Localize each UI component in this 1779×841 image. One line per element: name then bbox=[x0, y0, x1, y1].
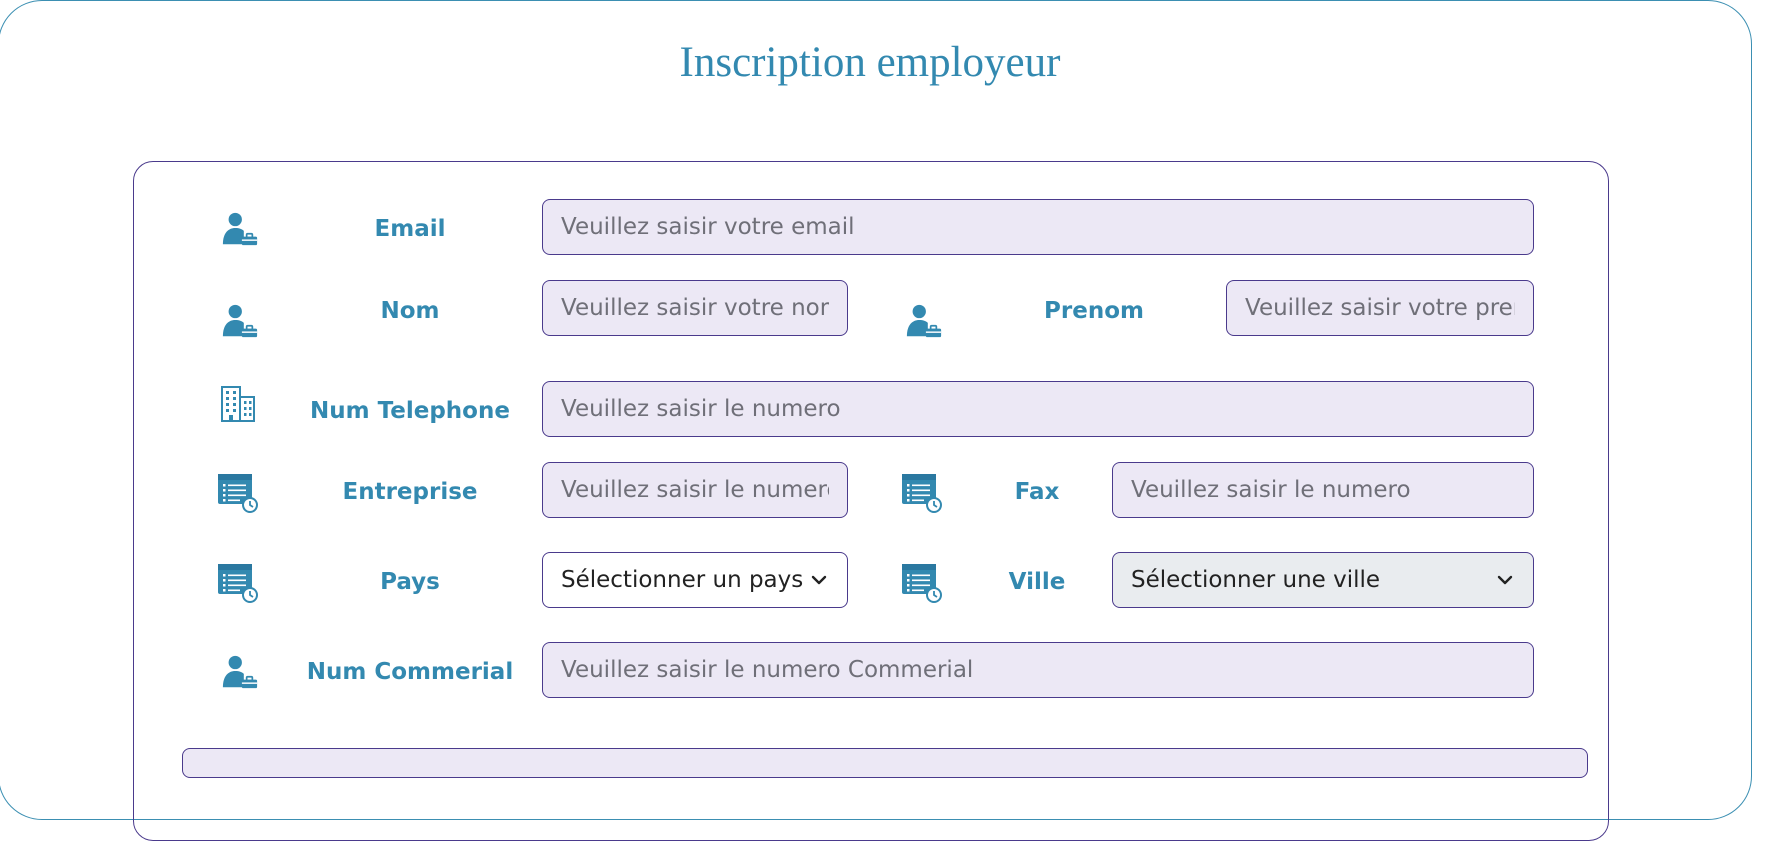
fax-input[interactable] bbox=[1112, 462, 1534, 518]
next-field-partial[interactable] bbox=[182, 748, 1588, 778]
email-label: Email bbox=[374, 216, 446, 242]
telephone-input[interactable] bbox=[542, 381, 1534, 437]
commercial-input[interactable] bbox=[542, 642, 1534, 698]
nom-input[interactable] bbox=[542, 280, 848, 336]
user-badge-icon bbox=[902, 299, 946, 343]
nom-label: Nom bbox=[380, 298, 440, 324]
ville-label: Ville bbox=[1008, 569, 1066, 595]
chevron-down-icon bbox=[809, 570, 829, 590]
building-icon bbox=[216, 382, 260, 426]
email-input[interactable] bbox=[542, 199, 1534, 255]
user-badge-icon bbox=[218, 207, 262, 251]
fax-label: Fax bbox=[1014, 479, 1060, 505]
pays-select[interactable]: Sélectionner un pays bbox=[542, 552, 848, 608]
schedule-list-icon bbox=[900, 560, 944, 604]
schedule-list-icon bbox=[900, 470, 944, 514]
schedule-list-icon bbox=[216, 560, 260, 604]
ville-select-value: Sélectionner une ville bbox=[1131, 567, 1381, 593]
telephone-label: Num Telephone bbox=[310, 398, 510, 424]
entreprise-input[interactable] bbox=[542, 462, 848, 518]
entreprise-label: Entreprise bbox=[342, 479, 478, 505]
prenom-input[interactable] bbox=[1226, 280, 1534, 336]
schedule-list-icon bbox=[216, 470, 260, 514]
ville-select[interactable]: Sélectionner une ville bbox=[1112, 552, 1534, 608]
user-badge-icon bbox=[218, 650, 262, 694]
commercial-label: Num Commerial bbox=[306, 659, 514, 685]
pays-select-value: Sélectionner un pays bbox=[561, 567, 804, 593]
page-title: Inscription employeur bbox=[679, 39, 1061, 86]
pays-label: Pays bbox=[380, 569, 440, 595]
chevron-down-icon bbox=[1495, 570, 1515, 590]
prenom-label: Prenom bbox=[1044, 298, 1144, 324]
user-badge-icon bbox=[218, 299, 262, 343]
